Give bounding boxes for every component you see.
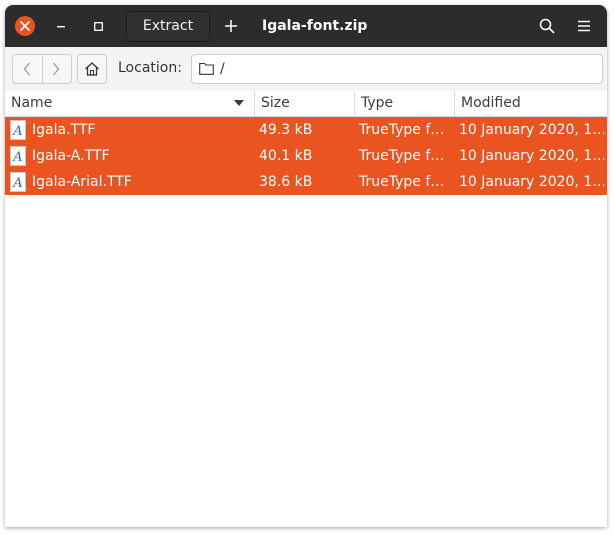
file-size: 40.1 kB [259, 148, 313, 164]
chevron-left-icon [23, 62, 30, 76]
svg-text:A: A [12, 150, 22, 165]
column-modified-header[interactable]: Modified [455, 91, 607, 116]
folder-icon [199, 62, 214, 75]
maximize-icon [94, 22, 103, 31]
add-button[interactable] [219, 14, 243, 38]
file-modified: 10 January 2020, 1… [459, 174, 604, 190]
menu-button[interactable] [573, 15, 595, 37]
file-name: Igala.TTF [32, 122, 96, 138]
file-type: TrueType f… [359, 174, 445, 190]
file-type: TrueType f… [359, 122, 445, 138]
window-title: Igala-font.zip [262, 18, 368, 34]
column-name-header[interactable]: Name [5, 91, 255, 116]
location-bar: Location: / [5, 47, 607, 94]
minimize-icon [57, 26, 65, 28]
location-label: Location: [118, 60, 182, 76]
column-size-header[interactable]: Size [255, 91, 355, 116]
font-file-icon: A [10, 146, 26, 166]
column-name-label: Name [11, 95, 53, 111]
close-icon [20, 21, 30, 31]
svg-text:A: A [12, 124, 22, 139]
maximize-button[interactable] [87, 17, 111, 35]
file-type: TrueType f… [359, 148, 445, 164]
search-button[interactable] [536, 15, 558, 37]
archive-window: Extract Igala-font.zip Location: / Name … [5, 5, 607, 527]
add-icon [225, 20, 237, 32]
close-button[interactable] [15, 16, 35, 36]
home-icon [85, 62, 99, 76]
location-path: / [220, 61, 225, 77]
file-row[interactable]: A Igala-Arial.TTF 38.6 kB TrueType f… 10… [5, 169, 607, 195]
column-header-row: Name Size Type Modified [5, 91, 607, 117]
file-modified: 10 January 2020, 1… [459, 148, 604, 164]
font-file-icon: A [10, 172, 26, 192]
menu-icon [578, 20, 590, 32]
font-file-icon: A [10, 120, 26, 140]
file-list: A Igala.TTF 49.3 kB TrueType f… 10 Janua… [5, 117, 607, 195]
back-button[interactable] [13, 55, 43, 83]
forward-button[interactable] [42, 55, 71, 83]
search-icon [539, 18, 555, 34]
minimize-button[interactable] [49, 17, 73, 35]
svg-text:A: A [12, 176, 22, 191]
column-type-header[interactable]: Type [355, 91, 455, 116]
chevron-right-icon [53, 62, 60, 76]
file-row[interactable]: A Igala.TTF 49.3 kB TrueType f… 10 Janua… [5, 117, 607, 143]
navigation-buttons [12, 54, 72, 84]
file-size: 38.6 kB [259, 174, 313, 190]
home-button[interactable] [77, 54, 107, 84]
sort-down-icon [234, 100, 244, 106]
file-name: Igala-A.TTF [32, 148, 110, 164]
file-modified: 10 January 2020, 1… [459, 122, 604, 138]
file-name: Igala-Arial.TTF [32, 174, 132, 190]
file-size: 49.3 kB [259, 122, 313, 138]
extract-button[interactable]: Extract [126, 11, 210, 42]
location-field[interactable]: / [191, 54, 603, 84]
header-bar: Extract Igala-font.zip [5, 5, 607, 47]
file-row[interactable]: A Igala-A.TTF 40.1 kB TrueType f… 10 Jan… [5, 143, 607, 169]
